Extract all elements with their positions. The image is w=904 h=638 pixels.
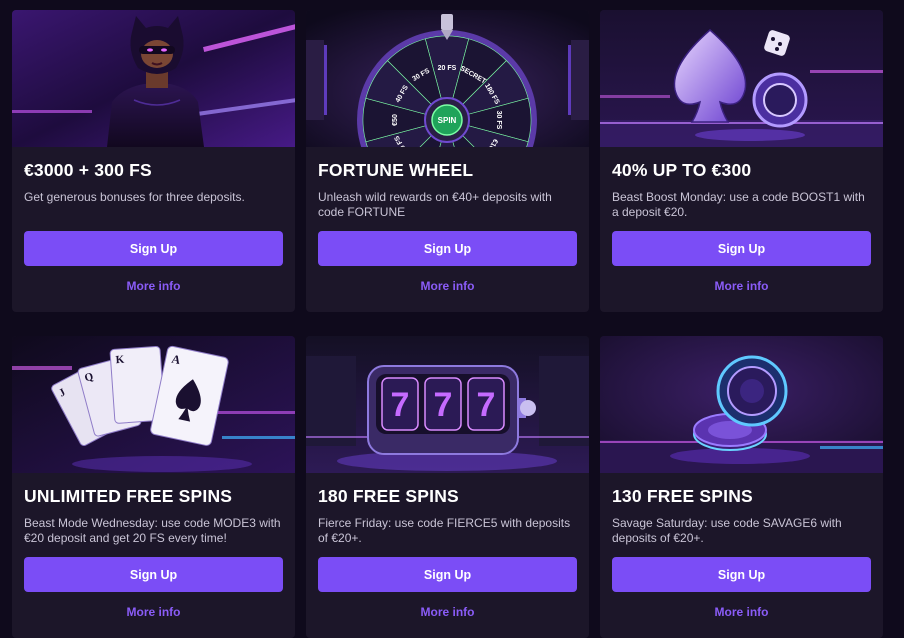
promo-image xyxy=(600,336,883,473)
promo-card: J Q K A UNLIMITED FREE SPINS Beast Mode … xyxy=(12,336,295,638)
promo-title: 180 FREE SPINS xyxy=(318,486,459,506)
reel-3-symbol: 7 xyxy=(477,386,496,424)
promo-description: Savage Saturday: use code SAVAGE6 with d… xyxy=(612,516,842,545)
more-info-link[interactable]: More info xyxy=(12,605,295,619)
promo-image: J Q K A xyxy=(12,336,295,473)
more-info-link[interactable]: More info xyxy=(600,279,883,293)
sign-up-button[interactable]: Sign Up xyxy=(612,557,871,592)
promo-card: €3000 + 300 FS Get generous bonuses for … xyxy=(12,10,295,312)
promotions-grid: €3000 + 300 FS Get generous bonuses for … xyxy=(12,10,883,638)
reel-1-symbol: 7 xyxy=(391,386,410,424)
wheel-segment-label: €50 xyxy=(392,114,399,126)
promo-card: 130 FREE SPINS Savage Saturday: use code… xyxy=(600,336,883,638)
promo-card: 40% UP TO €300 Beast Boost Monday: use a… xyxy=(600,10,883,312)
promo-description: Beast Mode Wednesday: use code MODE3 wit… xyxy=(24,516,281,545)
sign-up-button[interactable]: Sign Up xyxy=(24,557,283,592)
promo-description: Unleash wild rewards on €40+ deposits wi… xyxy=(318,190,552,219)
promo-description: Get generous bonuses for three deposits. xyxy=(24,190,245,204)
promo-card: 7 7 7 180 FREE SPINS Fierce Friday: use … xyxy=(306,336,589,638)
promo-image xyxy=(12,10,295,147)
promo-description: Fierce Friday: use code FIERCE5 with dep… xyxy=(318,516,571,545)
wheel-segment-label: 30 FS xyxy=(495,111,502,130)
promo-title: 40% UP TO €300 xyxy=(612,160,752,180)
sign-up-button[interactable]: Sign Up xyxy=(318,231,577,266)
promo-image: 20 FSSECRET180 FS30 FS€10030 FS€50020 FS… xyxy=(306,10,589,147)
slot-reels: 7 7 7 xyxy=(381,377,505,431)
more-info-link[interactable]: More info xyxy=(600,605,883,619)
promo-image: 7 7 7 xyxy=(306,336,589,473)
promo-description: Beast Boost Monday: use a code BOOST1 wi… xyxy=(612,190,865,219)
spin-label: SPIN xyxy=(438,116,457,125)
reel-2-symbol: 7 xyxy=(434,386,453,424)
sign-up-button[interactable]: Sign Up xyxy=(24,231,283,266)
promo-card: 20 FSSECRET180 FS30 FS€10030 FS€50020 FS… xyxy=(306,10,589,312)
sign-up-button[interactable]: Sign Up xyxy=(318,557,577,592)
wheel-segment-label: 20 FS xyxy=(438,65,457,72)
promo-title: FORTUNE WHEEL xyxy=(318,160,474,180)
more-info-link[interactable]: More info xyxy=(12,279,295,293)
more-info-link[interactable]: More info xyxy=(306,279,589,293)
card-k-label: K xyxy=(115,354,125,367)
promo-title: €3000 + 300 FS xyxy=(24,160,152,180)
promo-image xyxy=(600,10,883,147)
more-info-link[interactable]: More info xyxy=(306,605,589,619)
sign-up-button[interactable]: Sign Up xyxy=(612,231,871,266)
promo-title: UNLIMITED FREE SPINS xyxy=(24,486,233,506)
promo-title: 130 FREE SPINS xyxy=(612,486,753,506)
